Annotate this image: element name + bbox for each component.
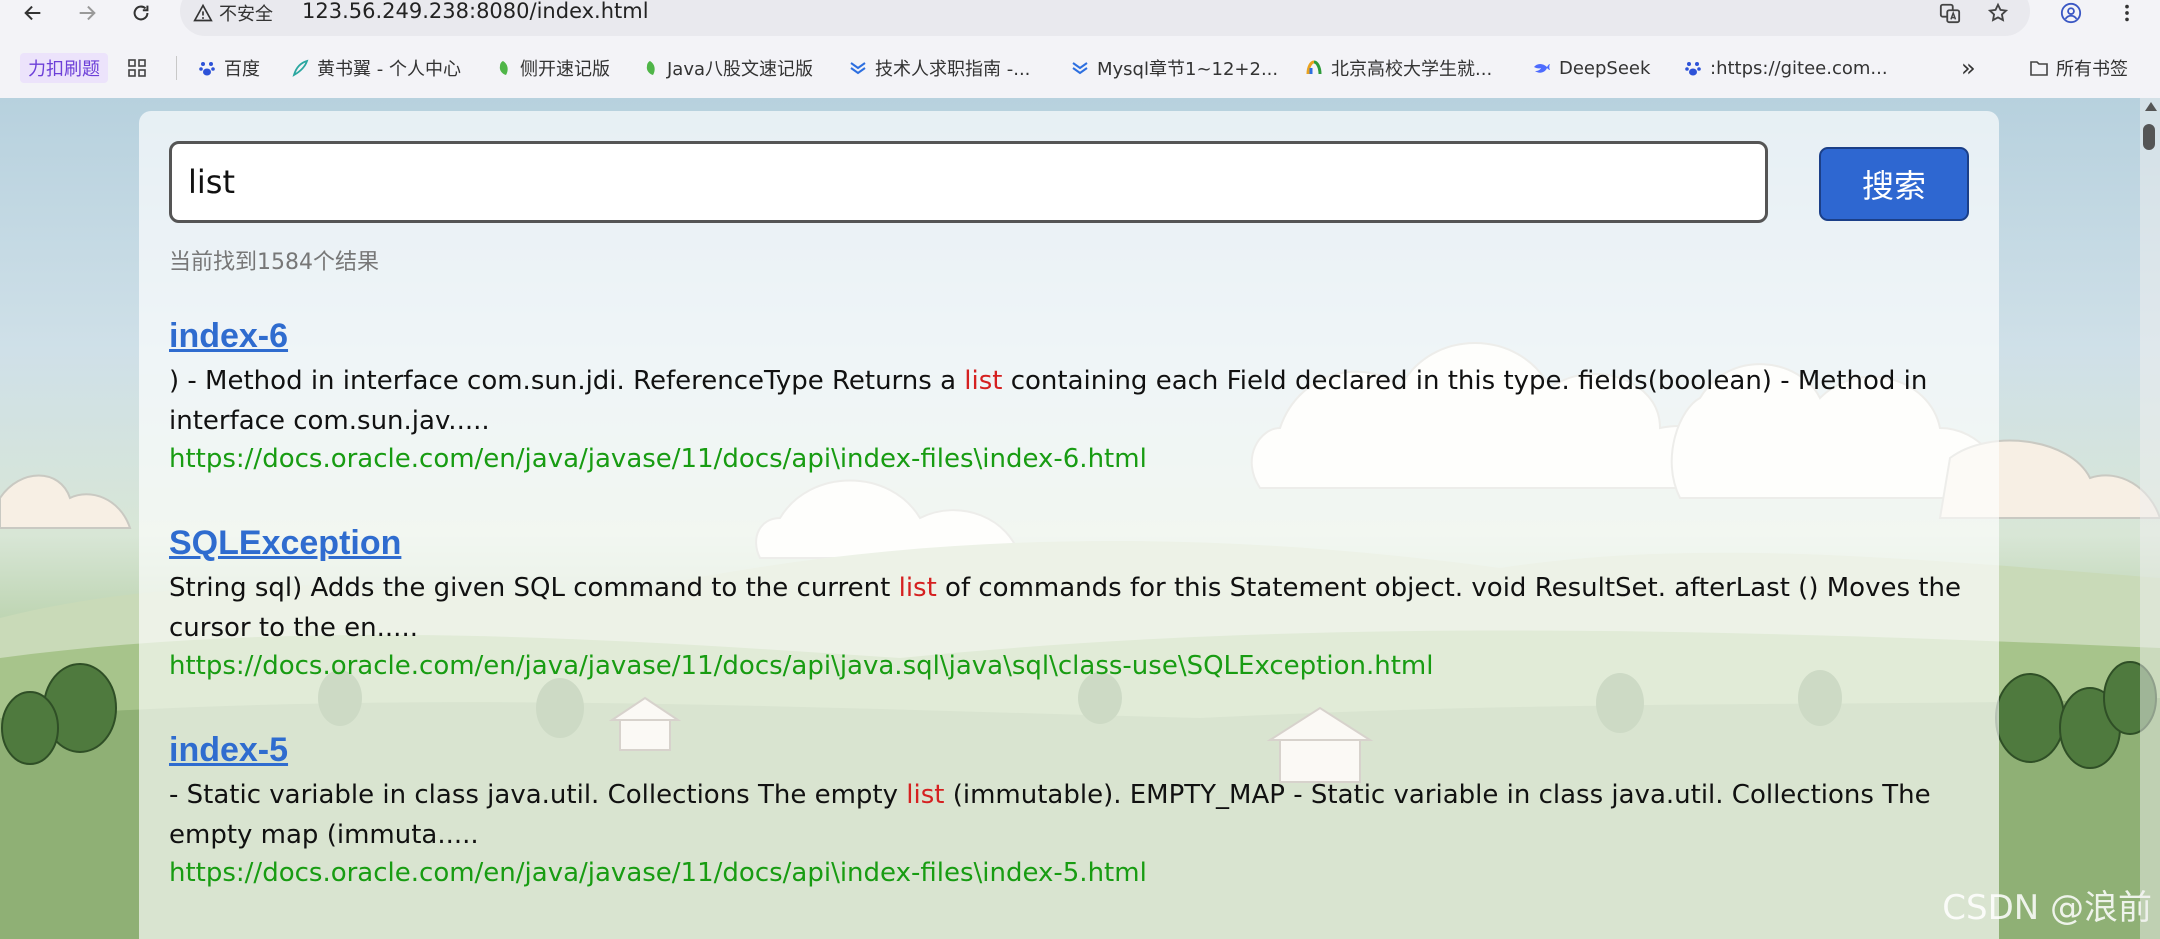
bookmark-baidu[interactable]: 百度: [198, 48, 260, 88]
translate-button[interactable]: [1935, 0, 1965, 26]
bookmark-label: 技术人求职指南 -...: [875, 59, 1031, 80]
keyword-highlight: list: [906, 780, 945, 810]
desc-text: ) - Method in interface com.sun.jdi. Ref…: [169, 366, 965, 396]
bookmark-star-button[interactable]: [1983, 0, 2013, 26]
scrollbar-thumb[interactable]: [2143, 124, 2155, 150]
whale-icon: [1534, 64, 1550, 73]
baidu-paw-icon: [1685, 62, 1701, 76]
bookmark-label: 所有书签: [2056, 59, 2128, 80]
arrow-right-icon: [79, 5, 96, 21]
keyword-highlight: list: [964, 366, 1003, 396]
kebab-menu-icon: [2125, 4, 2129, 22]
green-leaf-icon: [499, 61, 508, 75]
reload-button[interactable]: [124, 0, 158, 26]
security-indicator[interactable]: 不安全: [193, 0, 273, 26]
bookmark-label: 北京高校大学生就...: [1331, 59, 1493, 80]
result-url[interactable]: https://docs.oracle.com/en/java/javase/1…: [169, 439, 1969, 479]
result-description: String sql) Adds the given SQL command t…: [169, 568, 1969, 648]
bookmarks-divider: [176, 56, 177, 80]
csdn-watermark: CSDN @浪前: [1942, 888, 2152, 928]
reload-icon: [133, 5, 149, 21]
url-text[interactable]: 123.56.249.238:8080/index.html: [302, 0, 649, 24]
result-description: - Static variable in class java.util. Co…: [169, 775, 1969, 855]
folder-icon: [2030, 61, 2048, 76]
baidu-paw-icon: [199, 62, 215, 76]
bookmarks-bar: 力扣刷题 百度 黄书翼 - 个人中心 侧开速记版 Java八股文速记版 技术人求…: [0, 48, 2160, 88]
result-count: 当前找到1584个结果: [169, 250, 379, 275]
bookmark-huangshuyi[interactable]: 黄书翼 - 个人中心: [291, 48, 461, 88]
result-item: index-6 ) - Method in interface com.sun.…: [169, 314, 1969, 479]
bookmark-leetcode[interactable]: 力扣刷题: [20, 48, 108, 88]
bookmark-label: :https://gitee.com...: [1710, 57, 1888, 79]
result-url[interactable]: https://docs.oracle.com/en/java/javase/1…: [169, 646, 1969, 686]
result-title-link[interactable]: index-5: [169, 728, 1969, 772]
result-url[interactable]: https://docs.oracle.com/en/java/javase/1…: [169, 853, 1969, 893]
profile-icon: [2060, 2, 2082, 24]
browser-toolbar: 不安全 123.56.249.238:8080/index.html: [0, 0, 2160, 38]
bookmark-label: Java八股文速记版: [667, 59, 814, 80]
bookmark-mysql[interactable]: Mysql章节1~12+2...: [1071, 48, 1278, 88]
result-item: SQLException String sql) Adds the given …: [169, 521, 1969, 686]
profile-button[interactable]: [2056, 0, 2086, 26]
bookmark-label: 力扣刷题: [20, 53, 108, 83]
bookmark-deepseek[interactable]: DeepSeek: [1533, 48, 1650, 88]
menu-button[interactable]: [2112, 0, 2142, 26]
chevron-stack-icon: [850, 62, 866, 75]
bookmark-label: 侧开速记版: [520, 59, 610, 80]
green-leaf-icon: [646, 61, 655, 75]
back-button[interactable]: [16, 0, 50, 26]
translate-icon: [1939, 3, 1961, 24]
bookmark-label: 黄书翼 - 个人中心: [317, 59, 461, 80]
apps-grid-icon: [128, 59, 146, 77]
arrow-left-icon: [24, 5, 41, 21]
bookmark-label: DeepSeek: [1559, 57, 1651, 79]
result-title-link[interactable]: index-6: [169, 314, 1969, 358]
desc-text: - Static variable in class java.util. Co…: [169, 780, 907, 810]
bookmark-gitee[interactable]: :https://gitee.com...: [1684, 48, 1888, 88]
result-description: ) - Method in interface com.sun.jdi. Ref…: [169, 361, 1969, 441]
bookmark-java-bagu[interactable]: Java八股文速记版: [641, 48, 813, 88]
more-bookmarks-button[interactable]: »: [1961, 48, 1976, 88]
page-scrollbar[interactable]: [2140, 98, 2160, 939]
warning-icon: [193, 3, 213, 22]
bookmark-cekai[interactable]: 侧开速记版: [494, 48, 610, 88]
search-button[interactable]: 搜索: [1819, 147, 1969, 221]
forward-button[interactable]: [70, 0, 104, 26]
result-item: index-5 - Static variable in class java.…: [169, 728, 1969, 893]
insecure-label: 不安全: [219, 4, 273, 25]
apps-button[interactable]: [128, 48, 146, 88]
bookmark-label: 百度: [224, 59, 260, 80]
star-icon: [1987, 2, 2009, 22]
feather-icon: [292, 59, 309, 77]
bookmark-beijing-jobs[interactable]: 北京高校大学生就...: [1305, 48, 1492, 88]
result-title-link[interactable]: SQLException: [169, 521, 1969, 565]
colorful-logo-icon: [1306, 60, 1322, 75]
bookmark-job-guide[interactable]: 技术人求职指南 -...: [849, 48, 1030, 88]
search-input[interactable]: [169, 141, 1768, 223]
desc-text: String sql) Adds the given SQL command t…: [169, 573, 899, 603]
scroll-up-arrow-icon[interactable]: [2145, 102, 2157, 111]
all-bookmarks-button[interactable]: 所有书签: [2030, 48, 2128, 88]
keyword-highlight: list: [898, 573, 937, 603]
chevron-stack-icon: [1072, 62, 1088, 75]
bookmark-label: Mysql章节1~12+2...: [1097, 59, 1279, 80]
